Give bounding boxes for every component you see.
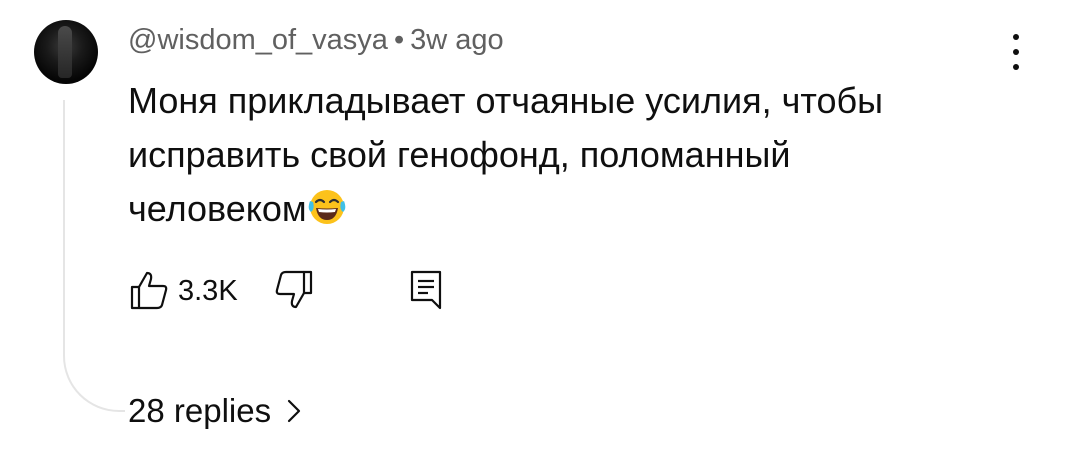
reply-thread-line [63,100,125,412]
comment-text-line-part: человеком [128,188,307,229]
author-handle[interactable]: @wisdom_of_vasya [128,24,388,56]
avatar[interactable] [34,20,98,84]
comment-reply-icon[interactable] [404,268,448,312]
avatar-figure [58,26,72,78]
thumb-up-icon[interactable] [128,268,172,312]
comment-text-line: человеком [128,182,988,236]
more-options-button[interactable] [1002,34,1030,70]
more-vert-icon-dot [1013,34,1019,40]
more-vert-icon-dot [1013,64,1019,70]
meta-separator: • [393,24,405,56]
replies-count-label: 28 replies [128,392,272,429]
comment-text-line: исправить свой генофонд, поломанный [128,134,791,175]
thumb-down-icon[interactable] [271,268,315,312]
comment-text: Моня прикладывает отчаяные усилия, чтобы… [128,74,988,236]
like-count: 3.3K [178,275,238,307]
comment-meta: @wisdom_of_vasya • 3w ago [128,24,504,57]
view-replies-button[interactable]: 28 replies [128,392,305,430]
chevron-right-icon [287,399,301,423]
comment-text-line: Моня прикладывает отчаяные усилия, чтобы [128,80,883,121]
face-with-tears-of-joy-icon [308,190,345,224]
more-vert-icon-dot [1013,49,1019,55]
comment-thread: @wisdom_of_vasya • 3w ago Моня прикладывае… [0,0,1080,476]
comment-timestamp[interactable]: 3w ago [410,24,504,56]
